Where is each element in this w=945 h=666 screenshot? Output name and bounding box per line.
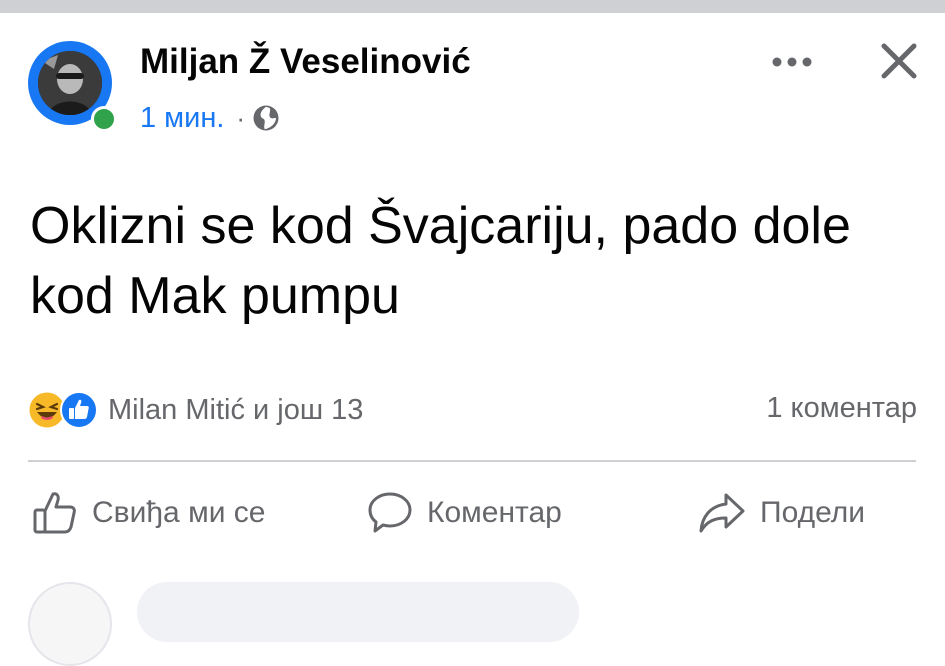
like-label: Свиђа ми се [92, 496, 266, 529]
like-button[interactable]: Свиђа ми се [32, 490, 265, 536]
more-options-button[interactable] [768, 47, 816, 77]
meta-separator: · [236, 102, 246, 133]
comment-icon [368, 492, 412, 533]
reactions-names[interactable]: Milan Mitić и још 13 [108, 394, 363, 427]
author-name[interactable]: Miljan Ž Veselinović [140, 42, 471, 82]
like-icon [60, 391, 98, 429]
thumbs-up-icon [33, 492, 76, 534]
comment-label: Коментар [427, 496, 562, 529]
post-text: Oklizni se kod Švajcariju, pado dole kod… [30, 197, 851, 325]
close-icon [881, 43, 917, 79]
globe-icon[interactable] [251, 103, 281, 133]
avatar-photo [38, 51, 102, 115]
post-time[interactable]: 1 мин. [140, 102, 224, 135]
commenter-avatar[interactable] [28, 582, 112, 666]
comment-input[interactable] [137, 582, 579, 642]
share-label: Подели [760, 496, 866, 529]
close-button[interactable] [878, 40, 920, 82]
share-icon [699, 493, 745, 533]
comments-count[interactable]: 1 коментар [766, 392, 917, 425]
author-avatar[interactable] [38, 51, 102, 115]
top-edge-bar [0, 0, 945, 13]
more-horizontal-icon [772, 57, 812, 67]
divider [28, 460, 916, 462]
online-status-dot [91, 106, 117, 132]
share-button[interactable]: Подели [698, 490, 865, 536]
reactions-summary[interactable]: Milan Mitić и још 13 [28, 390, 363, 430]
comment-button[interactable]: Коментар [367, 490, 562, 536]
post-meta: 1 мин. · [140, 100, 281, 136]
